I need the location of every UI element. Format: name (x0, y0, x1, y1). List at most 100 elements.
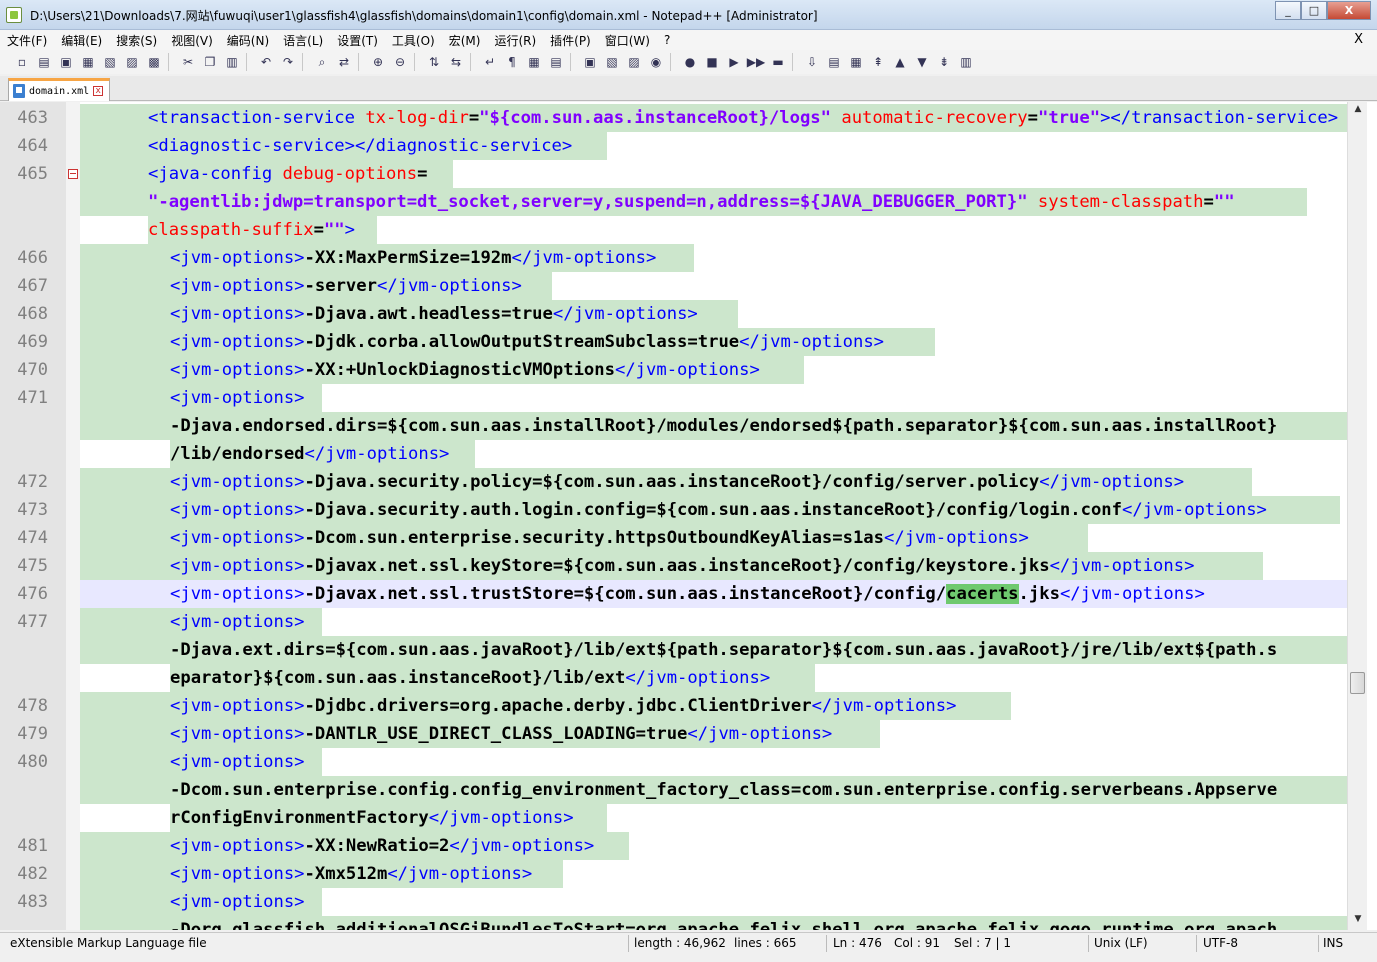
menu-item-7[interactable]: 工具(O) (385, 32, 442, 49)
first-icon[interactable]: ⇞ (868, 53, 888, 71)
menu-item-6[interactable]: 设置(T) (330, 32, 385, 49)
scroll-up-icon[interactable]: ▲ (1351, 104, 1365, 118)
editor[interactable]: 463 464 465 466 467 468 469 470 471 472 473 474 475 4… (0, 102, 1377, 930)
stop-record-icon[interactable]: ■ (702, 53, 722, 71)
code-line[interactable]: <jvm-options>-Djdbc.drivers=org.apache.d… (80, 692, 1347, 720)
code-line[interactable]: <jvm-options> (80, 888, 1347, 916)
code-line[interactable]: -Djava.ext.dirs=${com.sun.aas.javaRoot}/… (80, 636, 1347, 664)
print-icon[interactable]: ▩ (144, 53, 164, 71)
show-all-chars-icon[interactable]: ¶ (502, 53, 522, 71)
fold-collapse-icon[interactable] (68, 169, 78, 179)
notepadpp-app-icon[interactable] (6, 7, 22, 23)
open-file-icon[interactable]: ▤ (34, 53, 54, 71)
menu-item-1[interactable]: 编辑(E) (54, 32, 109, 49)
code-line[interactable]: <jvm-options>-Djavax.net.ssl.trustStore=… (80, 580, 1347, 608)
zoom-in-icon[interactable]: ⊕ (368, 53, 388, 71)
sync-vertical-icon[interactable]: ⇅ (424, 53, 444, 71)
scroll-down-icon[interactable]: ▼ (1351, 914, 1365, 928)
sync-horizontal-icon[interactable]: ⇆ (446, 53, 466, 71)
code-line[interactable]: <jvm-options>-server</jvm-options> (80, 272, 1347, 300)
vertical-scrollbar[interactable]: ▲ ▼ (1347, 102, 1367, 930)
menu-item-11[interactable]: 窗口(W) (598, 32, 657, 49)
status-encoding[interactable]: UTF-8 (1203, 936, 1238, 950)
menu-item-2[interactable]: 搜索(S) (109, 32, 164, 49)
code-line[interactable]: <jvm-options> (80, 608, 1347, 636)
indent-guide-icon[interactable]: ▦ (524, 53, 544, 71)
word-wrap-icon[interactable]: ↵ (480, 53, 500, 71)
compare-icon[interactable]: ⇩ (802, 53, 822, 71)
paste-icon[interactable]: ▥ (222, 53, 242, 71)
save-macro-icon[interactable]: ▬ (768, 53, 788, 71)
next-icon[interactable]: ▼ (912, 53, 932, 71)
zoom-out-icon[interactable]: ⊖ (390, 53, 410, 71)
record-macro-icon[interactable]: ● (680, 53, 700, 71)
code-line[interactable]: "-agentlib:jdwp=transport=dt_socket,serv… (80, 188, 1347, 216)
code-line[interactable]: -Dorg.glassfish.additionalOSGiBundlesToS… (80, 916, 1347, 930)
monitoring-icon[interactable]: ◉ (646, 53, 666, 71)
code-line[interactable]: <jvm-options>-DANTLR_USE_DIRECT_CLASS_LO… (80, 720, 1347, 748)
replace-icon[interactable]: ⇄ (334, 53, 354, 71)
code-line[interactable]: <jvm-options>-Djava.security.policy=${co… (80, 468, 1347, 496)
code-line[interactable]: rConfigEnvironmentFactory</jvm-options> (80, 804, 1347, 832)
tab-domain-xml[interactable]: domain.xml x (8, 78, 110, 101)
code-area[interactable]: <transaction-service tx-log-dir="${com.s… (80, 102, 1347, 930)
cut-icon[interactable]: ✂ (178, 53, 198, 71)
find-icon[interactable]: ⌕ (312, 53, 332, 71)
code-line[interactable]: eparator}${com.sun.aas.instanceRoot}/lib… (80, 664, 1347, 692)
code-line[interactable]: <jvm-options>-XX:MaxPermSize=192m</jvm-o… (80, 244, 1347, 272)
code-line[interactable]: <jvm-options>-Djavax.net.ssl.keyStore=${… (80, 552, 1347, 580)
menu-item-3[interactable]: 视图(V) (164, 32, 220, 49)
status-mode[interactable]: INS (1323, 936, 1343, 950)
close-button[interactable]: X (1327, 1, 1371, 20)
udl-icon[interactable]: ▤ (546, 53, 566, 71)
code-line[interactable]: <jvm-options> (80, 748, 1347, 776)
code-line[interactable]: <jvm-options>-Djava.awt.headless=true</j… (80, 300, 1347, 328)
run-macro-multiple-icon[interactable]: ▶▶ (746, 53, 766, 71)
code-line[interactable]: <jvm-options>-XX:NewRatio=2</jvm-options… (80, 832, 1347, 860)
doc-map-icon[interactable]: ▣ (580, 53, 600, 71)
minimize-button[interactable]: _ (1275, 1, 1301, 20)
new-file-icon[interactable]: ▫ (12, 53, 32, 71)
code-line[interactable]: <transaction-service tx-log-dir="${com.s… (80, 104, 1347, 132)
close-document-button[interactable]: X (1354, 32, 1363, 47)
compare-nav-2-icon[interactable]: ▦ (846, 53, 866, 71)
close-icon[interactable]: ▧ (100, 53, 120, 71)
undo-icon[interactable]: ↶ (256, 53, 276, 71)
function-list-icon[interactable]: ▧ (602, 53, 622, 71)
code-line[interactable]: classpath-suffix=""> (80, 216, 1347, 244)
tab-close-icon[interactable]: x (93, 86, 104, 96)
compare-nav-1-icon[interactable]: ▤ (824, 53, 844, 71)
last-icon[interactable]: ⇟ (934, 53, 954, 71)
code-line[interactable]: -Dcom.sun.enterprise.config.config_envir… (80, 776, 1347, 804)
play-macro-icon[interactable]: ▶ (724, 53, 744, 71)
status-eol[interactable]: Unix (LF) (1094, 936, 1148, 950)
menu-item-9[interactable]: 运行(R) (487, 32, 543, 49)
menu-item-12[interactable]: ? (657, 33, 677, 47)
code-line[interactable]: -Djava.endorsed.dirs=${com.sun.aas.insta… (80, 412, 1347, 440)
code-line[interactable]: <diagnostic-service></diagnostic-service… (80, 132, 1347, 160)
code-line[interactable]: <jvm-options>-Xmx512m</jvm-options> (80, 860, 1347, 888)
code-line[interactable]: <jvm-options>-Dcom.sun.enterprise.securi… (80, 524, 1347, 552)
copy-icon[interactable]: ❐ (200, 53, 220, 71)
scrollbar-thumb[interactable] (1350, 672, 1365, 694)
menu-item-5[interactable]: 语言(L) (276, 32, 330, 49)
menu-item-10[interactable]: 插件(P) (543, 32, 598, 49)
code-line[interactable]: <jvm-options>-Djdk.corba.allowOutputStre… (80, 328, 1347, 356)
prev-icon[interactable]: ▲ (890, 53, 910, 71)
menu-item-0[interactable]: 文件(F) (0, 32, 54, 49)
folder-workspace-icon[interactable]: ▨ (624, 53, 644, 71)
code-line[interactable]: /lib/endorsed</jvm-options> (80, 440, 1347, 468)
menu-item-4[interactable]: 编码(N) (220, 32, 276, 49)
code-line[interactable]: <jvm-options>-XX:+UnlockDiagnosticVMOpti… (80, 356, 1347, 384)
redo-icon[interactable]: ↷ (278, 53, 298, 71)
code-line[interactable]: <jvm-options>-Djava.security.auth.login.… (80, 496, 1347, 524)
menu-item-8[interactable]: 宏(M) (442, 32, 488, 49)
maximize-button[interactable]: □ (1301, 1, 1327, 20)
close-all-icon[interactable]: ▨ (122, 53, 142, 71)
save-icon[interactable]: ▣ (56, 53, 76, 71)
save-all-icon[interactable]: ▦ (78, 53, 98, 71)
code-line[interactable]: <jvm-options> (80, 384, 1347, 412)
code-line[interactable]: <java-config debug-options= (80, 160, 1347, 188)
tab-bar: domain.xml x (0, 76, 1377, 101)
diff-bar-icon[interactable]: ▥ (956, 53, 976, 71)
